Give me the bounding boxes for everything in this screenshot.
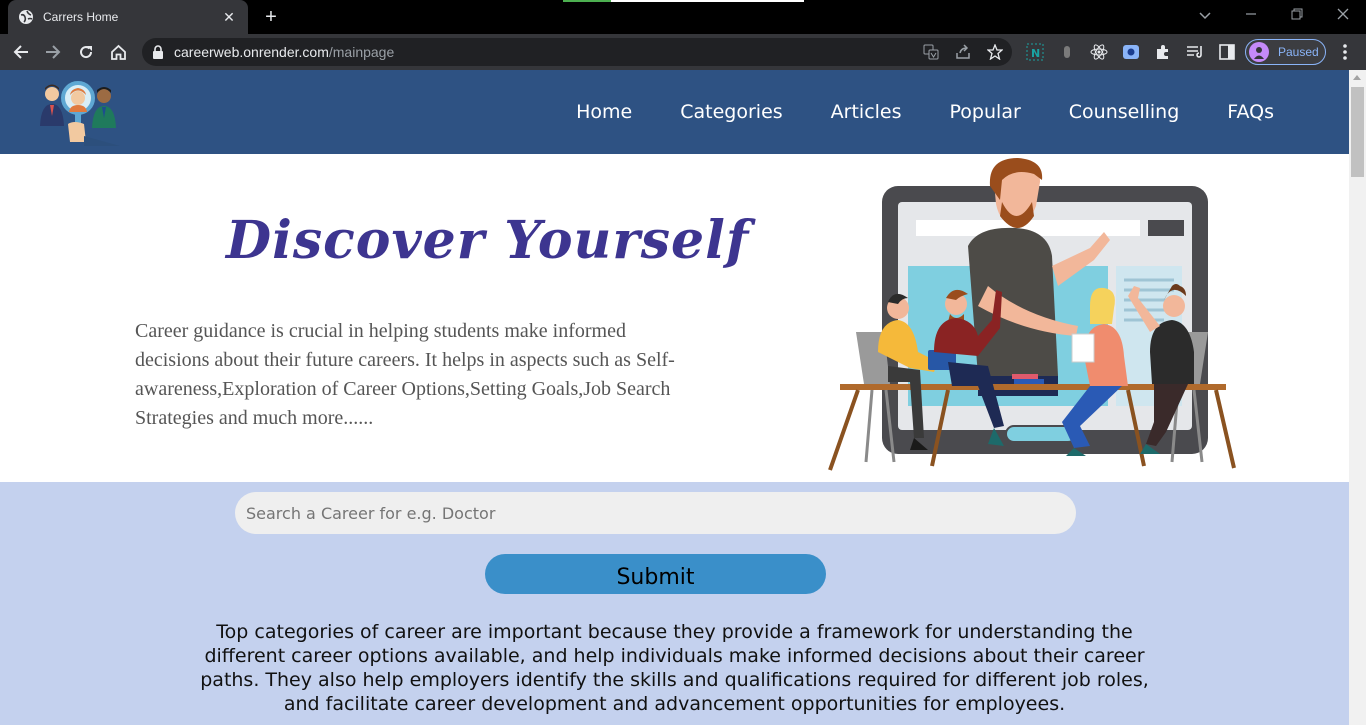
nav-popular[interactable]: Popular: [950, 101, 1021, 123]
menu-icon[interactable]: [1335, 42, 1355, 62]
nav-home[interactable]: Home: [576, 101, 632, 123]
scroll-up-icon[interactable]: [1353, 75, 1361, 80]
site-logo[interactable]: [38, 76, 122, 148]
scroll-thumb[interactable]: [1351, 87, 1364, 177]
reading-list-icon[interactable]: [1185, 42, 1205, 62]
tab-title: Carrers Home: [43, 10, 119, 24]
restore-icon[interactable]: [1285, 4, 1309, 28]
browser-toolbar: careerweb.onrender.com /mainpage N Pause…: [0, 34, 1366, 70]
hero-description: Career guidance is crucial in helping st…: [135, 320, 675, 429]
translate-icon[interactable]: [920, 38, 942, 66]
search-section: Submit Top categories of career are impo…: [0, 482, 1349, 725]
globe-icon: [18, 9, 34, 25]
main-nav: Home Categories Articles Popular Counsel…: [528, 70, 1274, 154]
extensions-icon[interactable]: [1153, 42, 1173, 62]
nav-counselling[interactable]: Counselling: [1069, 101, 1180, 123]
nav-categories[interactable]: Categories: [680, 101, 782, 123]
avatar: [1249, 42, 1269, 62]
url-host: careerweb.onrender.com: [174, 44, 329, 60]
site-header: Home Categories Articles Popular Counsel…: [0, 70, 1349, 154]
tab-search-icon[interactable]: [1193, 4, 1217, 28]
extension-grey-icon[interactable]: [1057, 42, 1077, 62]
categories-description: Top categories of career are important b…: [200, 621, 1149, 715]
nav-faqs[interactable]: FAQs: [1227, 101, 1274, 123]
tab-close-icon[interactable]: ✕: [220, 9, 238, 26]
profile-button[interactable]: Paused: [1245, 39, 1326, 65]
screen-recorder-icon[interactable]: [1121, 42, 1141, 62]
extension-n-icon[interactable]: N: [1025, 42, 1045, 62]
share-icon[interactable]: [952, 38, 974, 66]
lock-icon[interactable]: [152, 45, 164, 59]
page-scrollbar[interactable]: [1349, 70, 1366, 725]
nav-articles[interactable]: Articles: [831, 101, 902, 123]
url-path: /mainpage: [328, 44, 395, 60]
svg-text:N: N: [1031, 47, 1040, 60]
browser-tab[interactable]: Carrers Home ✕: [8, 0, 248, 34]
window-close-icon[interactable]: [1331, 4, 1355, 28]
hero-title: Discover Yourself: [226, 210, 750, 271]
star-icon[interactable]: [984, 38, 1006, 66]
page-viewport: Home Categories Articles Popular Counsel…: [0, 70, 1349, 725]
side-panel-icon[interactable]: [1217, 42, 1237, 62]
minimize-icon[interactable]: [1239, 4, 1263, 28]
media-indicator-progress: [563, 0, 611, 2]
home-icon[interactable]: [106, 40, 130, 64]
career-search-input[interactable]: [235, 492, 1076, 534]
new-tab-icon[interactable]: +: [259, 5, 283, 29]
address-bar[interactable]: careerweb.onrender.com /mainpage: [142, 38, 1012, 66]
submit-button[interactable]: Submit: [485, 554, 826, 594]
back-icon[interactable]: [9, 40, 33, 64]
browser-tabstrip: Carrers Home ✕ +: [0, 0, 1366, 34]
reload-icon[interactable]: [74, 40, 98, 64]
profile-status-label: Paused: [1278, 45, 1319, 59]
hero-illustration: [828, 156, 1238, 472]
react-devtools-icon[interactable]: [1089, 42, 1109, 62]
forward-icon[interactable]: [41, 40, 65, 64]
